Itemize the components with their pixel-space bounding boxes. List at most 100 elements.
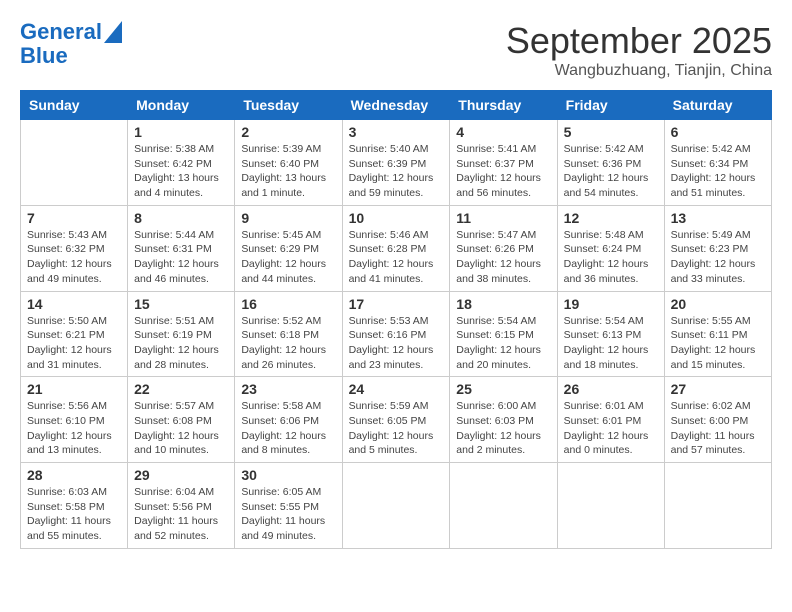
day-number: 21 [27,381,121,397]
calendar-cell: 16 Sunrise: 5:52 AM Sunset: 6:18 PM Dayli… [235,291,342,377]
day-info: Sunrise: 6:05 AM Sunset: 5:55 PM Dayligh… [241,485,335,544]
logo-text-general: General [20,20,102,44]
calendar-cell [664,463,771,549]
day-info: Sunrise: 5:55 AM Sunset: 6:11 PM Dayligh… [671,314,765,373]
day-number: 20 [671,296,765,312]
day-number: 29 [134,467,228,483]
day-header-thursday: Thursday [450,91,557,120]
day-number: 10 [349,210,444,226]
day-header-wednesday: Wednesday [342,91,450,120]
day-info: Sunrise: 5:38 AM Sunset: 6:42 PM Dayligh… [134,142,228,201]
day-number: 1 [134,124,228,140]
day-number: 16 [241,296,335,312]
day-info: Sunrise: 6:01 AM Sunset: 6:01 PM Dayligh… [564,399,658,458]
calendar-cell: 6 Sunrise: 5:42 AM Sunset: 6:34 PM Daylig… [664,120,771,206]
day-number: 5 [564,124,658,140]
title-block: September 2025 Wangbuzhuang, Tianjin, Ch… [506,20,772,80]
calendar-cell: 21 Sunrise: 5:56 AM Sunset: 6:10 PM Dayli… [21,377,128,463]
day-info: Sunrise: 5:52 AM Sunset: 6:18 PM Dayligh… [241,314,335,373]
day-number: 25 [456,381,550,397]
calendar-week-row: 7 Sunrise: 5:43 AM Sunset: 6:32 PM Daylig… [21,205,772,291]
day-number: 18 [456,296,550,312]
day-info: Sunrise: 5:41 AM Sunset: 6:37 PM Dayligh… [456,142,550,201]
calendar-cell: 29Sunrise: 6:04 AM Sunset: 5:56 PM Dayli… [128,463,235,549]
day-info: Sunrise: 5:56 AM Sunset: 6:10 PM Dayligh… [27,399,121,458]
calendar-cell: 22 Sunrise: 5:57 AM Sunset: 6:08 PM Dayli… [128,377,235,463]
calendar-cell: 23 Sunrise: 5:58 AM Sunset: 6:06 PM Dayli… [235,377,342,463]
logo-text-blue: Blue [20,44,68,68]
page-header: General Blue September 2025 Wangbuzhuang… [20,20,772,80]
calendar-cell: 13 Sunrise: 5:49 AM Sunset: 6:23 PM Dayli… [664,205,771,291]
calendar-cell: 8Sunrise: 5:44 AM Sunset: 6:31 PM Daylig… [128,205,235,291]
day-number: 8 [134,210,228,226]
day-number: 3 [349,124,444,140]
calendar-cell: 10 Sunrise: 5:46 AM Sunset: 6:28 PM Dayli… [342,205,450,291]
calendar-cell: 25 Sunrise: 6:00 AM Sunset: 6:03 PM Dayli… [450,377,557,463]
location-title: Wangbuzhuang, Tianjin, China [506,62,772,80]
calendar-cell: 20 Sunrise: 5:55 AM Sunset: 6:11 PM Dayli… [664,291,771,377]
day-number: 23 [241,381,335,397]
day-number: 14 [27,296,121,312]
calendar-cell: 18 Sunrise: 5:54 AM Sunset: 6:15 PM Dayli… [450,291,557,377]
day-info: Sunrise: 5:45 AM Sunset: 6:29 PM Dayligh… [241,228,335,287]
day-info: Sunrise: 5:49 AM Sunset: 6:23 PM Dayligh… [671,228,765,287]
calendar-cell: 2 Sunrise: 5:39 AM Sunset: 6:40 PM Daylig… [235,120,342,206]
calendar-week-row: 21 Sunrise: 5:56 AM Sunset: 6:10 PM Dayli… [21,377,772,463]
day-number: 4 [456,124,550,140]
calendar-table: SundayMondayTuesdayWednesdayThursdayFrid… [20,90,772,549]
day-info: Sunrise: 5:46 AM Sunset: 6:28 PM Dayligh… [349,228,444,287]
calendar-week-row: 28 Sunrise: 6:03 AM Sunset: 5:58 PM Dayli… [21,463,772,549]
day-info: Sunrise: 5:58 AM Sunset: 6:06 PM Dayligh… [241,399,335,458]
day-info: Sunrise: 5:53 AM Sunset: 6:16 PM Dayligh… [349,314,444,373]
calendar-cell: 11Sunrise: 5:47 AM Sunset: 6:26 PM Dayli… [450,205,557,291]
day-number: 13 [671,210,765,226]
day-number: 12 [564,210,658,226]
calendar-cell: 24Sunrise: 5:59 AM Sunset: 6:05 PM Dayli… [342,377,450,463]
calendar-cell: 27Sunrise: 6:02 AM Sunset: 6:00 PM Dayli… [664,377,771,463]
day-info: Sunrise: 5:42 AM Sunset: 6:36 PM Dayligh… [564,142,658,201]
calendar-cell [342,463,450,549]
calendar-cell: 4 Sunrise: 5:41 AM Sunset: 6:37 PM Daylig… [450,120,557,206]
day-number: 26 [564,381,658,397]
day-number: 15 [134,296,228,312]
day-header-monday: Monday [128,91,235,120]
day-info: Sunrise: 6:00 AM Sunset: 6:03 PM Dayligh… [456,399,550,458]
calendar-cell [450,463,557,549]
day-header-saturday: Saturday [664,91,771,120]
day-info: Sunrise: 5:51 AM Sunset: 6:19 PM Dayligh… [134,314,228,373]
month-title: September 2025 [506,20,772,62]
day-info: Sunrise: 5:42 AM Sunset: 6:34 PM Dayligh… [671,142,765,201]
day-number: 28 [27,467,121,483]
calendar-cell: 3 Sunrise: 5:40 AM Sunset: 6:39 PM Daylig… [342,120,450,206]
day-header-sunday: Sunday [21,91,128,120]
day-number: 22 [134,381,228,397]
day-number: 2 [241,124,335,140]
day-info: Sunrise: 5:47 AM Sunset: 6:26 PM Dayligh… [456,228,550,287]
day-info: Sunrise: 6:03 AM Sunset: 5:58 PM Dayligh… [27,485,121,544]
calendar-cell: 30Sunrise: 6:05 AM Sunset: 5:55 PM Dayli… [235,463,342,549]
day-info: Sunrise: 5:39 AM Sunset: 6:40 PM Dayligh… [241,142,335,201]
calendar-cell: 5 Sunrise: 5:42 AM Sunset: 6:36 PM Daylig… [557,120,664,206]
day-number: 7 [27,210,121,226]
day-header-tuesday: Tuesday [235,91,342,120]
day-info: Sunrise: 5:57 AM Sunset: 6:08 PM Dayligh… [134,399,228,458]
calendar-header-row: SundayMondayTuesdayWednesdayThursdayFrid… [21,91,772,120]
day-header-friday: Friday [557,91,664,120]
day-info: Sunrise: 5:54 AM Sunset: 6:15 PM Dayligh… [456,314,550,373]
day-info: Sunrise: 5:43 AM Sunset: 6:32 PM Dayligh… [27,228,121,287]
calendar-cell: 9 Sunrise: 5:45 AM Sunset: 6:29 PM Daylig… [235,205,342,291]
day-number: 17 [349,296,444,312]
calendar-cell: 26 Sunrise: 6:01 AM Sunset: 6:01 PM Dayli… [557,377,664,463]
calendar-cell [21,120,128,206]
calendar-week-row: 14 Sunrise: 5:50 AM Sunset: 6:21 PM Dayli… [21,291,772,377]
calendar-cell: 28 Sunrise: 6:03 AM Sunset: 5:58 PM Dayli… [21,463,128,549]
day-number: 9 [241,210,335,226]
calendar-cell: 1 Sunrise: 5:38 AM Sunset: 6:42 PM Daylig… [128,120,235,206]
day-info: Sunrise: 5:50 AM Sunset: 6:21 PM Dayligh… [27,314,121,373]
day-info: Sunrise: 5:48 AM Sunset: 6:24 PM Dayligh… [564,228,658,287]
day-info: Sunrise: 5:40 AM Sunset: 6:39 PM Dayligh… [349,142,444,201]
day-number: 6 [671,124,765,140]
day-info: Sunrise: 5:54 AM Sunset: 6:13 PM Dayligh… [564,314,658,373]
calendar-cell: 14 Sunrise: 5:50 AM Sunset: 6:21 PM Dayli… [21,291,128,377]
calendar-cell [557,463,664,549]
